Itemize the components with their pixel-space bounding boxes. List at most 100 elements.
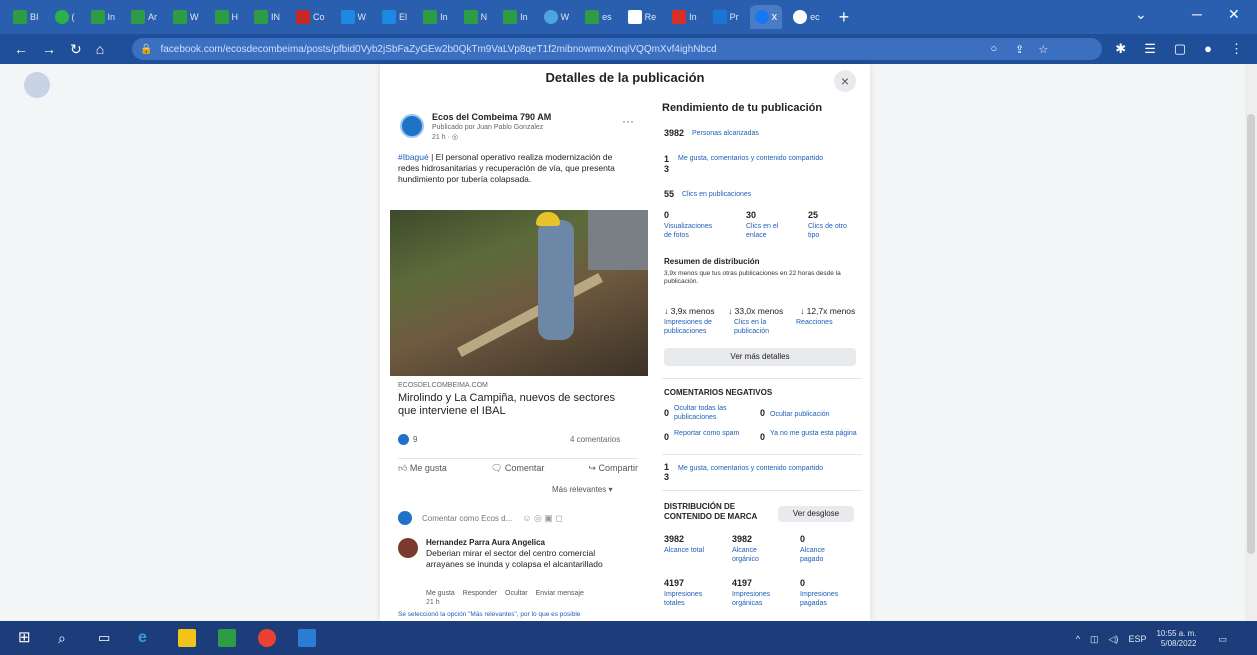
emoji-icons[interactable]: ☺ ◎ ▣ ◻ bbox=[522, 513, 563, 524]
tab-label: Re bbox=[644, 12, 657, 22]
pipe-shape bbox=[457, 273, 603, 357]
comment-input[interactable]: Comentar como Ecos d... bbox=[422, 514, 512, 523]
network-icon[interactable]: ◫ bbox=[1090, 634, 1099, 645]
brand-distribution-title: DISTRIBUCIÓN DE CONTENIDO DE MARCA bbox=[664, 502, 758, 521]
tab-9[interactable]: W bbox=[336, 5, 372, 29]
windows-start-icon[interactable]: ⊞ bbox=[18, 629, 36, 647]
scrollbar-thumb[interactable] bbox=[1247, 114, 1255, 554]
tab-10[interactable]: El bbox=[377, 5, 412, 29]
home-icon[interactable]: ⌂ bbox=[96, 41, 104, 57]
address-bar[interactable]: 🔒 facebook.com/ecosdecombeima/posts/pfbi… bbox=[132, 38, 1102, 60]
edge-icon[interactable]: e bbox=[138, 629, 156, 647]
commenter-name[interactable]: Hernandez Parra Aura Angelica bbox=[426, 538, 545, 547]
reload-icon[interactable]: ↻ bbox=[70, 41, 82, 58]
tab-17[interactable]: In bbox=[667, 5, 702, 29]
tab-15[interactable]: es bbox=[580, 5, 617, 29]
comments-count[interactable]: 4 comentarios bbox=[570, 435, 620, 444]
reading-list-icon[interactable]: ☰ bbox=[1144, 41, 1156, 57]
tab-4[interactable]: Ar bbox=[126, 5, 162, 29]
relevance-filter[interactable]: Más relevantes ▾ bbox=[552, 485, 612, 494]
tab-14[interactable]: W bbox=[539, 5, 575, 29]
share-icon[interactable]: ⇪ bbox=[1015, 43, 1024, 56]
tab-label: In bbox=[440, 12, 448, 22]
chrome-icon[interactable] bbox=[258, 629, 276, 647]
menu-icon[interactable]: ⋮ bbox=[1230, 41, 1243, 57]
tab-2[interactable]: ( bbox=[50, 5, 80, 29]
back-icon[interactable]: ← bbox=[14, 41, 28, 57]
close-modal-button[interactable]: × bbox=[834, 70, 856, 92]
new-tab-button[interactable]: + bbox=[839, 7, 850, 28]
close-window-icon[interactable]: ✕ bbox=[1228, 6, 1240, 23]
star-icon[interactable]: ☆ bbox=[1038, 43, 1048, 56]
link-clicks-value: 30 bbox=[746, 210, 757, 220]
more-details-button[interactable]: Ver más detalles bbox=[664, 348, 856, 366]
tab-3[interactable]: In bbox=[86, 5, 121, 29]
volume-icon[interactable]: ◁) bbox=[1109, 634, 1119, 645]
divider bbox=[662, 454, 862, 455]
word-icon[interactable] bbox=[298, 629, 316, 647]
comment-hide-link[interactable]: Ocultar bbox=[505, 590, 528, 597]
site-icon bbox=[340, 10, 355, 24]
more-options-icon[interactable]: ··· bbox=[622, 114, 634, 128]
tab-16[interactable]: Re bbox=[623, 5, 662, 29]
minimize-icon[interactable]: ─ bbox=[1192, 6, 1202, 22]
tab-13[interactable]: In bbox=[498, 5, 533, 29]
tab-6[interactable]: H bbox=[210, 5, 244, 29]
reaction-count: 9 bbox=[413, 435, 418, 444]
tab-active-facebook[interactable]: x bbox=[749, 5, 783, 29]
app-icon[interactable] bbox=[218, 629, 236, 647]
like-button[interactable]: 👍︎ Me gusta bbox=[398, 463, 447, 474]
share-button[interactable]: ↪ Compartir bbox=[588, 463, 638, 474]
tab-7[interactable]: IN bbox=[249, 5, 285, 29]
tab-11[interactable]: In bbox=[418, 5, 453, 29]
sheets-icon bbox=[585, 10, 600, 24]
tab-8[interactable]: Co bbox=[291, 5, 330, 29]
relevance-footnote: Se seleccionó la opción "Más relevantes"… bbox=[398, 611, 581, 618]
side-panel-icon[interactable]: ▢ bbox=[1174, 41, 1186, 57]
post-image[interactable] bbox=[390, 210, 648, 376]
tab-12[interactable]: N bbox=[459, 5, 493, 29]
comment-composer[interactable]: Comentar como Ecos d... ☺ ◎ ▣ ◻ bbox=[398, 508, 638, 528]
tab-label: W bbox=[560, 12, 570, 22]
tab-label: In bbox=[689, 12, 697, 22]
page-name[interactable]: Ecos del Combeima 790 AM bbox=[432, 112, 551, 122]
tab-1[interactable]: BI bbox=[8, 5, 44, 29]
tab-5[interactable]: W bbox=[168, 5, 204, 29]
photo-views-value: 0 bbox=[664, 210, 670, 220]
page-scrollbar[interactable] bbox=[1245, 64, 1257, 621]
tab-label: Ar bbox=[148, 12, 158, 22]
tab-18[interactable]: Pr bbox=[708, 5, 744, 29]
file-explorer-icon[interactable] bbox=[178, 629, 196, 647]
tab-label: N bbox=[480, 12, 488, 22]
comment-reply-link[interactable]: Responder bbox=[463, 590, 497, 597]
link-clicks-label: Clics en el enlace bbox=[746, 223, 779, 239]
unlike-value: 0 bbox=[760, 432, 766, 442]
show-hidden-icons-icon[interactable]: ^ bbox=[1076, 634, 1080, 644]
extensions-icon[interactable]: ✱ bbox=[1115, 41, 1126, 57]
tab-label: Co bbox=[313, 12, 325, 22]
tab-search-icon[interactable]: ⌄ bbox=[1135, 6, 1147, 23]
profile-icon[interactable]: ● bbox=[1204, 41, 1212, 57]
comment-like-link[interactable]: Me gusta bbox=[426, 590, 455, 597]
hashtag-link[interactable]: #Ibagué bbox=[398, 152, 429, 162]
comment-button[interactable]: 🗨︎ Comentar bbox=[491, 463, 544, 474]
comment-message-link[interactable]: Enviar mensaje bbox=[536, 590, 584, 597]
facebook-logo-icon[interactable] bbox=[24, 72, 50, 98]
language-indicator[interactable]: ESP bbox=[1128, 634, 1146, 644]
forward-icon[interactable]: → bbox=[42, 41, 56, 57]
reactions[interactable]: 9 bbox=[398, 434, 417, 445]
task-view-icon[interactable]: ▭ bbox=[98, 629, 116, 647]
tab-20[interactable]: ec bbox=[788, 5, 825, 29]
browser-toolbar: ← → ↻ ⌂ 🔒 facebook.com/ecosdecombeima/po… bbox=[0, 34, 1257, 64]
search-icon[interactable]: ○ bbox=[990, 43, 997, 55]
link-title[interactable]: Mirolindo y La Campiña, nuevos de sector… bbox=[398, 392, 618, 418]
clock[interactable]: 10:55 a. m. 5/08/2022 bbox=[1156, 629, 1196, 649]
notifications-icon[interactable]: ▭ bbox=[1218, 634, 1227, 645]
close-tab-icon[interactable]: x bbox=[772, 11, 778, 23]
commenter-avatar[interactable] bbox=[398, 538, 418, 558]
view-breakdown-button[interactable]: Ver desglose bbox=[778, 506, 854, 522]
share-arrow-icon: ↪ bbox=[588, 463, 599, 473]
search-icon[interactable]: ⌕ bbox=[58, 629, 76, 647]
total-reach-label: Alcance total bbox=[664, 547, 705, 554]
page-avatar[interactable] bbox=[400, 114, 424, 138]
